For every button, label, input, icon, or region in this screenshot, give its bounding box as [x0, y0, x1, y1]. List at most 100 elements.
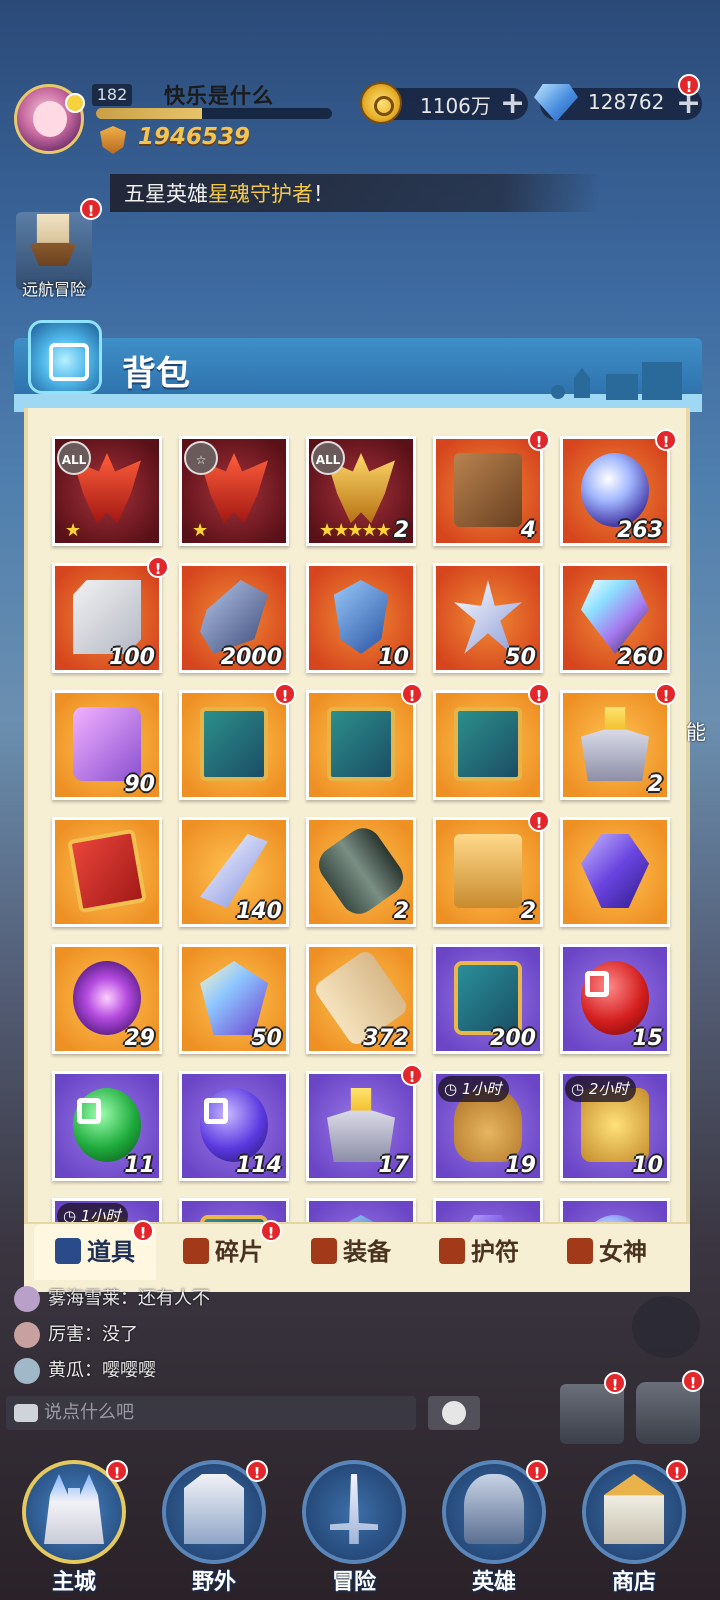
item-slot[interactable]: 114 — [179, 1071, 289, 1181]
item-slot[interactable]: 29 — [52, 944, 162, 1054]
gold-coin-icon — [360, 82, 402, 124]
item-slot[interactable]: 10 — [306, 563, 416, 673]
tab-4[interactable]: 女神 — [546, 1224, 668, 1280]
item-slot[interactable]: 2! — [560, 683, 677, 800]
item-alert-badge: ! — [655, 429, 677, 451]
chat-input[interactable]: 说点什么吧 — [6, 1396, 416, 1430]
item-slot[interactable]: 50 — [179, 944, 289, 1054]
player-name: 快乐是什么 — [164, 84, 274, 108]
item-slot[interactable]: ! — [433, 683, 550, 800]
item-slot[interactable]: 4! — [433, 429, 550, 546]
item-slot[interactable]: ALL ★ — [52, 436, 162, 546]
chat-avatar — [14, 1322, 40, 1348]
item-slot[interactable]: 372 — [306, 944, 416, 1054]
item-slot[interactable]: 17! — [306, 1064, 423, 1181]
item-slot[interactable]: 140 — [179, 817, 289, 927]
nav-0[interactable]: 主城! — [14, 1452, 134, 1600]
item-slot[interactable]: ◷ 2小时 10 — [560, 1071, 670, 1181]
item-count: 100 — [109, 645, 155, 670]
player-avatar[interactable] — [14, 84, 85, 154]
item-slot[interactable]: ◷ 1小时 19 — [433, 1071, 543, 1181]
item-art-icon — [327, 707, 395, 781]
item-art-icon — [67, 828, 147, 914]
item-count: 15 — [632, 1026, 663, 1051]
emoji-button[interactable] — [428, 1396, 480, 1430]
nav-3[interactable]: 英雄! — [434, 1452, 554, 1600]
item-slot[interactable]: ☆ ★ — [179, 436, 289, 546]
item-slot[interactable]: 15 — [560, 944, 670, 1054]
item-art-icon — [454, 707, 522, 781]
item-art-icon — [454, 834, 522, 908]
tab-icon — [183, 1238, 209, 1264]
item-slot[interactable]: 260 — [560, 563, 670, 673]
ranking-alert-badge: ! — [604, 1372, 626, 1394]
tab-label: 道具 — [87, 1238, 135, 1266]
avatar-face — [33, 101, 67, 137]
item-art-icon — [200, 707, 268, 781]
item-alert-badge: ! — [528, 810, 550, 832]
add-gold-button[interactable]: + — [500, 89, 525, 119]
item-slot[interactable]: 50 — [433, 563, 543, 673]
item-slot[interactable]: ! — [179, 683, 296, 800]
item-slot[interactable]: 200 — [433, 944, 543, 1054]
tab-0[interactable]: 道具! — [34, 1220, 156, 1280]
chat-message-text: 雾海雪莱：还有人不 — [48, 1288, 210, 1309]
side-edge-label: 能 — [686, 720, 706, 744]
chat-avatar — [14, 1358, 40, 1384]
item-slot[interactable]: ! — [306, 683, 423, 800]
tab-alert-badge: ! — [260, 1220, 282, 1242]
gold-value: 1106万 — [420, 94, 491, 118]
item-art-icon — [581, 580, 649, 654]
item-slot[interactable]: 2000 — [179, 563, 289, 673]
announcement-text: 五星英雄星魂守护者！ — [124, 178, 334, 208]
nav-4[interactable]: 商店! — [574, 1452, 694, 1600]
nav-2[interactable]: 冒险 — [294, 1452, 414, 1600]
item-slot[interactable]: 2 — [306, 817, 416, 927]
friends-button[interactable] — [632, 1296, 700, 1358]
item-count: 17 — [378, 1153, 409, 1178]
item-count: 50 — [505, 645, 536, 670]
power-value: 1946539 — [138, 124, 251, 150]
item-slot[interactable]: 263! — [560, 429, 677, 546]
item-slot[interactable]: ALL ★★★★★ 2 — [306, 436, 416, 546]
tab-icon — [439, 1238, 465, 1264]
bag-item-grid: ALL ★ ☆ ★ ALL ★★★★★ 2 4! 263! 100! 2000 10 50 260 90!!… — [24, 408, 690, 1234]
item-alert-badge: ! — [528, 683, 550, 705]
gem-value: 128762 — [588, 90, 665, 114]
nav-label: 主城 — [51, 1570, 96, 1595]
item-count: 19 — [505, 1153, 536, 1178]
item-count: 2 — [520, 899, 536, 924]
player-level: 182 — [92, 84, 132, 106]
item-slot[interactable]: 100! — [52, 556, 169, 673]
item-art-icon — [454, 453, 522, 527]
announcement-prefix: 五星英雄 — [124, 182, 208, 206]
item-count: 260 — [617, 645, 663, 670]
item-count: 10 — [632, 1153, 663, 1178]
chat-bubble-icon — [14, 1404, 38, 1422]
item-slot[interactable] — [560, 817, 670, 927]
chat-placeholder: 说点什么吧 — [44, 1402, 134, 1423]
item-count: 90 — [124, 772, 155, 797]
tab-label: 碎片 — [215, 1238, 263, 1266]
tab-icon — [55, 1238, 81, 1264]
item-count: 2000 — [220, 645, 282, 670]
tab-2[interactable]: 装备 — [290, 1224, 412, 1280]
item-art-icon — [73, 707, 141, 781]
item-slot[interactable]: 2! — [433, 810, 550, 927]
tab-1[interactable]: 碎片! — [162, 1220, 284, 1280]
chat-avatar — [14, 1286, 40, 1312]
item-count: 2 — [393, 899, 409, 924]
item-slot[interactable]: 11 — [52, 1071, 162, 1181]
item-alert-badge: ! — [147, 556, 169, 578]
item-art-icon — [333, 580, 389, 654]
tab-label: 护符 — [471, 1238, 519, 1266]
tab-3[interactable]: 护符 — [418, 1224, 540, 1280]
item-art-icon — [73, 961, 141, 1035]
item-slot[interactable] — [52, 817, 162, 927]
item-art-icon — [581, 834, 649, 908]
nav-alert-badge: ! — [526, 1460, 548, 1482]
avatar-notification-dot — [65, 93, 85, 113]
item-tag: ☆ — [184, 441, 218, 475]
nav-1[interactable]: 野外! — [154, 1452, 274, 1600]
item-slot[interactable]: 90 — [52, 690, 162, 800]
